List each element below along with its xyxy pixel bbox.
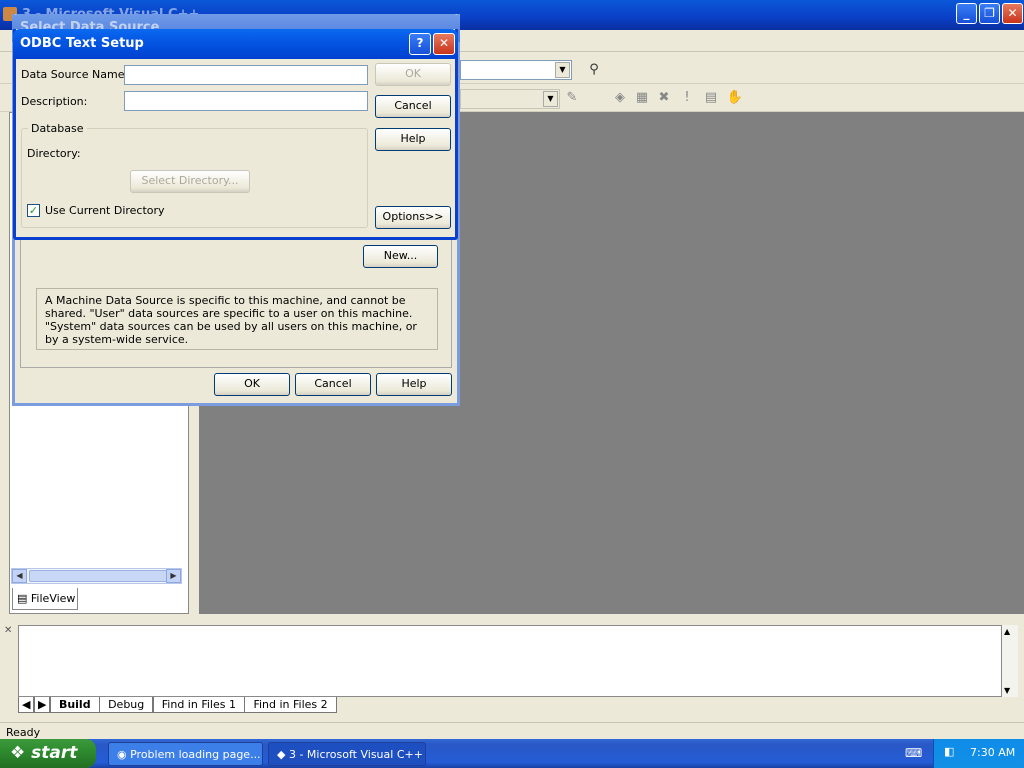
odbc-title-bar: ODBC Text Setup ? ✕	[13, 29, 458, 59]
output-text-area[interactable]	[18, 625, 1002, 697]
database-group-label: Database	[28, 122, 87, 135]
tab-scroll-right-icon[interactable]: ▶	[33, 697, 51, 713]
description-label: Description:	[21, 95, 88, 108]
wizard-icon[interactable]: ✎	[563, 89, 581, 107]
sds-help-button[interactable]: Help	[376, 373, 452, 396]
find-in-files-icon[interactable]: ⚲	[585, 61, 603, 79]
start-label: start	[31, 743, 78, 763]
go-icon[interactable]: ▤	[702, 89, 720, 107]
start-button[interactable]: ❖ start	[0, 739, 96, 768]
new-button[interactable]: New...	[363, 245, 438, 268]
tab-build[interactable]: Build	[49, 697, 100, 713]
chevron-down-icon[interactable]: ▼	[555, 62, 570, 78]
output-tabs: ◀ ▶ Build Debug Find in Files 1 Find in …	[18, 697, 1002, 715]
help-question-icon[interactable]: ?	[409, 33, 431, 55]
odbc-help-button[interactable]: Help	[375, 128, 451, 151]
close-output-icon[interactable]: ✕	[4, 625, 12, 636]
execute-icon[interactable]: !	[678, 89, 696, 107]
keyboard-icon[interactable]: ⌨	[905, 746, 922, 760]
browser-icon: ◉	[117, 748, 127, 761]
wizard-combo[interactable]: ▼	[460, 89, 560, 109]
close-dialog-button[interactable]: ✕	[433, 33, 455, 55]
network-icon[interactable]: ◧	[944, 745, 954, 758]
use-current-directory-checkbox[interactable]: ✓	[27, 204, 40, 217]
compile-icon[interactable]: ◈	[611, 89, 629, 107]
data-source-name-input[interactable]	[124, 65, 368, 85]
build-icon[interactable]: ▦	[633, 89, 651, 107]
status-bar: Ready	[0, 722, 1024, 740]
odbc-cancel-button[interactable]: Cancel	[375, 95, 451, 118]
tab-find-in-files-2[interactable]: Find in Files 2	[244, 697, 337, 713]
sds-cancel-button[interactable]: Cancel	[295, 373, 371, 396]
tab-scroll-left-icon[interactable]: ◀	[18, 697, 35, 713]
minimize-button[interactable]: _	[956, 3, 977, 24]
close-button[interactable]: ✕	[1002, 3, 1023, 24]
stop-build-icon[interactable]: ✖	[655, 89, 673, 107]
file-icon: ▤	[17, 592, 28, 605]
status-text: Ready	[6, 726, 41, 739]
info-text: A Machine Data Source is specific to thi…	[36, 288, 438, 350]
taskbar-item-visual-cpp[interactable]: ◆ 3 - Microsoft Visual C++	[268, 742, 426, 766]
fileview-tab-label: FileView	[30, 592, 76, 605]
directory-label: Directory:	[27, 147, 81, 160]
data-source-name-label: Data Source Name:	[21, 68, 129, 81]
taskbar-item-label: 3 - Microsoft Visual C++	[288, 748, 423, 761]
scroll-right-icon[interactable]: ▶	[166, 569, 181, 583]
breakpoint-icon[interactable]: ✋	[726, 89, 744, 107]
windows-logo-icon: ❖	[10, 743, 26, 763]
workspace-horizontal-scrollbar[interactable]: ◀ ▶	[11, 568, 182, 584]
sds-ok-button[interactable]: OK	[214, 373, 290, 396]
tab-debug[interactable]: Debug	[99, 697, 154, 713]
scroll-left-icon[interactable]: ◀	[12, 569, 27, 583]
clock[interactable]: 7:30 AM	[970, 746, 1015, 759]
taskbar-item-browser[interactable]: ◉ Problem loading page...	[108, 742, 263, 766]
output-vertical-scrollbar[interactable]: ▲ ▼	[1002, 625, 1018, 697]
odbc-title: ODBC Text Setup	[20, 36, 144, 51]
chevron-down-icon[interactable]: ▼	[543, 91, 558, 107]
find-combo[interactable]: ▼	[460, 60, 572, 80]
fileview-tab[interactable]: ▤ FileView	[12, 588, 78, 610]
odbc-ok-button[interactable]: OK	[375, 63, 451, 86]
visual-cpp-icon: ◆	[277, 748, 286, 761]
restore-button[interactable]: ❐	[979, 3, 1000, 24]
scroll-up-icon[interactable]: ▲	[1004, 627, 1010, 636]
tab-find-in-files-1[interactable]: Find in Files 1	[152, 697, 245, 713]
scroll-down-icon[interactable]: ▼	[1004, 686, 1010, 695]
system-tray: ◧ 7:30 AM	[933, 739, 1024, 768]
select-directory-button[interactable]: Select Directory...	[130, 170, 250, 193]
scroll-thumb[interactable]	[29, 570, 174, 582]
options-button[interactable]: Options>>	[375, 206, 451, 229]
use-current-directory-label: Use Current Directory	[45, 204, 165, 217]
taskbar-item-label: Problem loading page...	[130, 748, 261, 761]
description-input[interactable]	[124, 91, 368, 111]
